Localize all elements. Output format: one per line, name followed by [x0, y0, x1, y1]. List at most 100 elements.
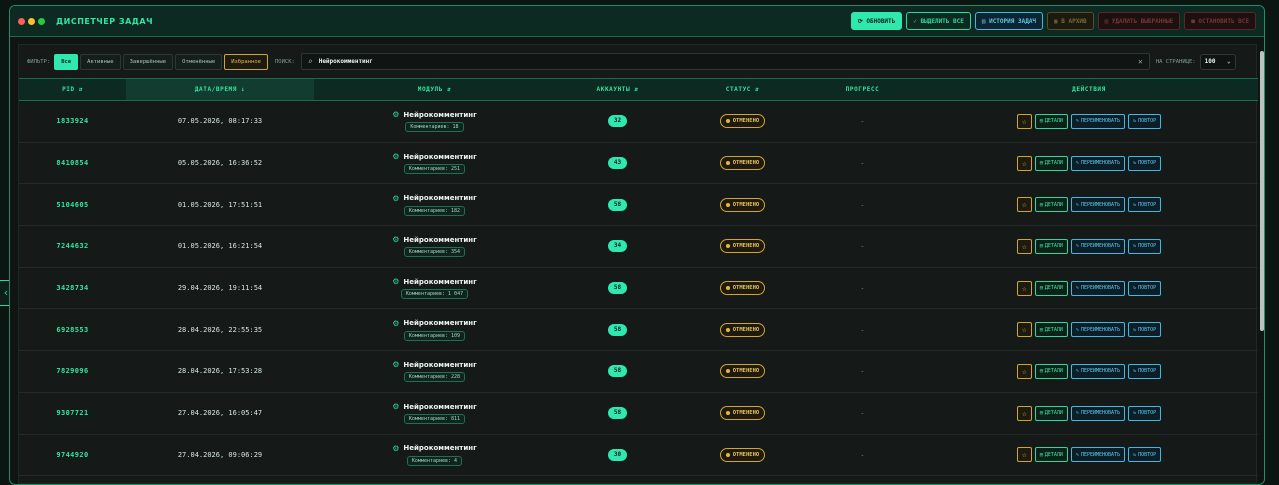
delete-selected-button[interactable]: ▥ УДАЛИТЬ ВЫБРАННЫЕ [1097, 12, 1181, 30]
repeat-button[interactable]: ↻ ПОВТОР [1128, 238, 1162, 254]
task-module-cell: ⚙ Нейрокомментинг Комментариев: 109 [314, 309, 555, 351]
status-dot-icon [725, 202, 730, 207]
details-icon: ▤ [1039, 368, 1043, 375]
task-datetime: 01.05.2026, 17:51:51 [177, 200, 263, 209]
task-progress: - [860, 450, 865, 459]
repeat-button[interactable]: ↻ ПОВТОР [1128, 447, 1162, 463]
task-history-button[interactable]: ▤ ИСТОРИЯ ЗАДАЧ [974, 12, 1044, 30]
repeat-button[interactable]: ↻ ПОВТОР [1128, 363, 1162, 379]
filter-all-button[interactable]: Все [54, 53, 79, 70]
task-module-name: Нейрокомментинг [403, 360, 477, 369]
task-module-name: Нейрокомментинг [403, 194, 477, 203]
task-datetime: 28.04.2026, 17:53:28 [177, 367, 263, 376]
minimize-window-dot[interactable] [28, 17, 35, 25]
status-dot-icon [725, 452, 730, 457]
details-icon: ▤ [1039, 410, 1043, 417]
rename-button[interactable]: ✎ ПЕРЕИМЕНОВАТЬ [1070, 280, 1126, 296]
sort-desc-icon: ↓ [240, 86, 246, 93]
task-pid: 7244632 [56, 242, 89, 251]
details-button[interactable]: ▤ ДЕТАЛИ [1034, 197, 1068, 213]
task-datetime: 27.04.2026, 09:06:29 [177, 450, 263, 459]
col-header-status[interactable]: СТАТУС ⇵ [680, 79, 805, 101]
rename-button[interactable]: ✎ ПЕРЕИМЕНОВАТЬ [1070, 197, 1126, 213]
star-icon: ☆ [1021, 450, 1027, 460]
comments-count-badge: Комментариев: 109 [403, 330, 466, 341]
details-button[interactable]: ▤ ДЕТАЛИ [1034, 113, 1068, 129]
filter-favorites-button[interactable]: Избранное [224, 53, 268, 70]
col-header-pid[interactable]: PID ⇵ [19, 79, 126, 101]
rename-button[interactable]: ✎ ПЕРЕИМЕНОВАТЬ [1070, 405, 1126, 421]
favorite-star-button[interactable]: ☆ [1016, 363, 1032, 379]
comments-count-badge: Комментариев: 251 [403, 164, 466, 175]
rename-button[interactable]: ✎ ПЕРЕИМЕНОВАТЬ [1070, 447, 1126, 463]
rename-button[interactable]: ✎ ПЕРЕИМЕНОВАТЬ [1070, 155, 1126, 171]
repeat-button[interactable]: ↻ ПОВТОР [1128, 197, 1162, 213]
repeat-icon: ↻ [1133, 243, 1137, 250]
accounts-count-badge: 43 [608, 157, 627, 170]
task-actions-cell: ☆ ▤ ДЕТАЛИ ✎ ПЕРЕИМЕНОВАТЬ ↻ ПОВТОР [920, 226, 1258, 268]
accounts-count-badge: 58 [608, 365, 627, 378]
rename-button[interactable]: ✎ ПЕРЕИМЕНОВАТЬ [1070, 238, 1126, 254]
repeat-button[interactable]: ↻ ПОВТОР [1128, 322, 1162, 338]
repeat-button[interactable]: ↻ ПОВТОР [1128, 113, 1162, 129]
details-button[interactable]: ▤ ДЕТАЛИ [1034, 447, 1068, 463]
scrollbar[interactable] [1260, 51, 1264, 331]
per-page-select[interactable]: 100 ⌄ [1199, 53, 1236, 70]
repeat-button[interactable]: ↻ ПОВТОР [1128, 280, 1162, 296]
details-button[interactable]: ▤ ДЕТАЛИ [1034, 238, 1068, 254]
edit-icon: ✎ [1075, 326, 1079, 333]
task-datetime: 29.04.2026, 19:11:54 [177, 284, 263, 293]
favorite-star-button[interactable]: ☆ [1016, 113, 1032, 129]
favorite-star-button[interactable]: ☆ [1016, 197, 1032, 213]
close-icon[interactable]: ✕ [1138, 57, 1143, 66]
col-header-module[interactable]: МОДУЛЬ ⇵ [314, 79, 555, 101]
rename-button[interactable]: ✎ ПЕРЕИМЕНОВАТЬ [1070, 322, 1126, 338]
task-accounts-cell: 34 [555, 226, 680, 268]
rename-button[interactable]: ✎ ПЕРЕИМЕНОВАТЬ [1070, 363, 1126, 379]
task-module-name: Нейрокомментинг [403, 444, 477, 453]
repeat-icon: ↻ [1133, 201, 1137, 208]
details-button[interactable]: ▤ ДЕТАЛИ [1034, 405, 1068, 421]
repeat-button[interactable]: ↻ ПОВТОР [1128, 155, 1162, 171]
col-header-accounts[interactable]: АККАУНТЫ ⇵ [555, 79, 680, 101]
stop-all-button[interactable]: ■ ОСТАНОВИТЬ ВСЕ [1184, 12, 1256, 30]
details-button[interactable]: ▤ ДЕТАЛИ [1034, 155, 1068, 171]
rename-button[interactable]: ✎ ПЕРЕИМЕНОВАТЬ [1070, 113, 1126, 129]
task-actions-cell: ☆ ▤ ДЕТАЛИ ✎ ПЕРЕИМЕНОВАТЬ ↻ ПОВТОР [920, 392, 1258, 434]
favorite-star-button[interactable]: ☆ [1016, 280, 1032, 296]
filter-active-button[interactable]: Активные [80, 53, 121, 70]
star-icon: ☆ [1021, 366, 1027, 376]
repeat-icon: ↻ [1133, 285, 1137, 292]
refresh-button[interactable]: ⟳ ОБНОВИТЬ [850, 12, 903, 30]
favorite-star-button[interactable]: ☆ [1016, 322, 1032, 338]
maximize-window-dot[interactable] [38, 17, 45, 25]
favorite-star-button[interactable]: ☆ [1016, 447, 1032, 463]
table-header-row: PID ⇵ ДАТА/ВРЕМЯ ↓ МОДУЛЬ ⇵ АККАУНТЫ ⇵ СТАТУ… [19, 78, 1258, 101]
edit-icon: ✎ [1075, 201, 1079, 208]
status-dot-icon [725, 119, 730, 124]
gear-icon: ⚙ [392, 318, 400, 328]
select-all-button[interactable]: ✓ ВЫДЕЛИТЬ ВСЕ [906, 12, 971, 30]
favorite-star-button[interactable]: ☆ [1016, 238, 1032, 254]
task-pid: 3428734 [56, 284, 89, 293]
details-button[interactable]: ▤ ДЕТАЛИ [1034, 363, 1068, 379]
task-datetime: 07.05.2026, 08:17:33 [177, 117, 263, 126]
filter-completed-button[interactable]: Завершённые [122, 53, 174, 70]
favorite-star-button[interactable]: ☆ [1016, 155, 1032, 171]
task-datetime: 28.04.2026, 22:55:35 [177, 325, 263, 334]
task-status-cell: ОТМЕНЕНО [680, 267, 805, 309]
col-header-datetime[interactable]: ДАТА/ВРЕМЯ ↓ [126, 78, 314, 101]
close-window-dot[interactable] [18, 17, 25, 25]
repeat-button[interactable]: ↻ ПОВТОР [1128, 405, 1162, 421]
search-value: Нейрокомментинг [318, 58, 373, 65]
archive-button[interactable]: ▣ В АРХИВ [1047, 12, 1094, 30]
favorite-star-button[interactable]: ☆ [1016, 405, 1032, 421]
filter-cancelled-button[interactable]: Отменённые [175, 53, 223, 70]
star-icon: ☆ [1021, 158, 1027, 168]
details-button[interactable]: ▤ ДЕТАЛИ [1034, 322, 1068, 338]
details-icon: ▤ [1039, 243, 1043, 250]
repeat-icon: ↻ [1133, 326, 1137, 333]
window-title: ДИСПЕТЧЕР ЗАДАЧ [56, 16, 154, 26]
search-input[interactable]: ⌕ Нейрокомментинг ✕ [300, 53, 1150, 70]
details-button[interactable]: ▤ ДЕТАЛИ [1034, 280, 1068, 296]
